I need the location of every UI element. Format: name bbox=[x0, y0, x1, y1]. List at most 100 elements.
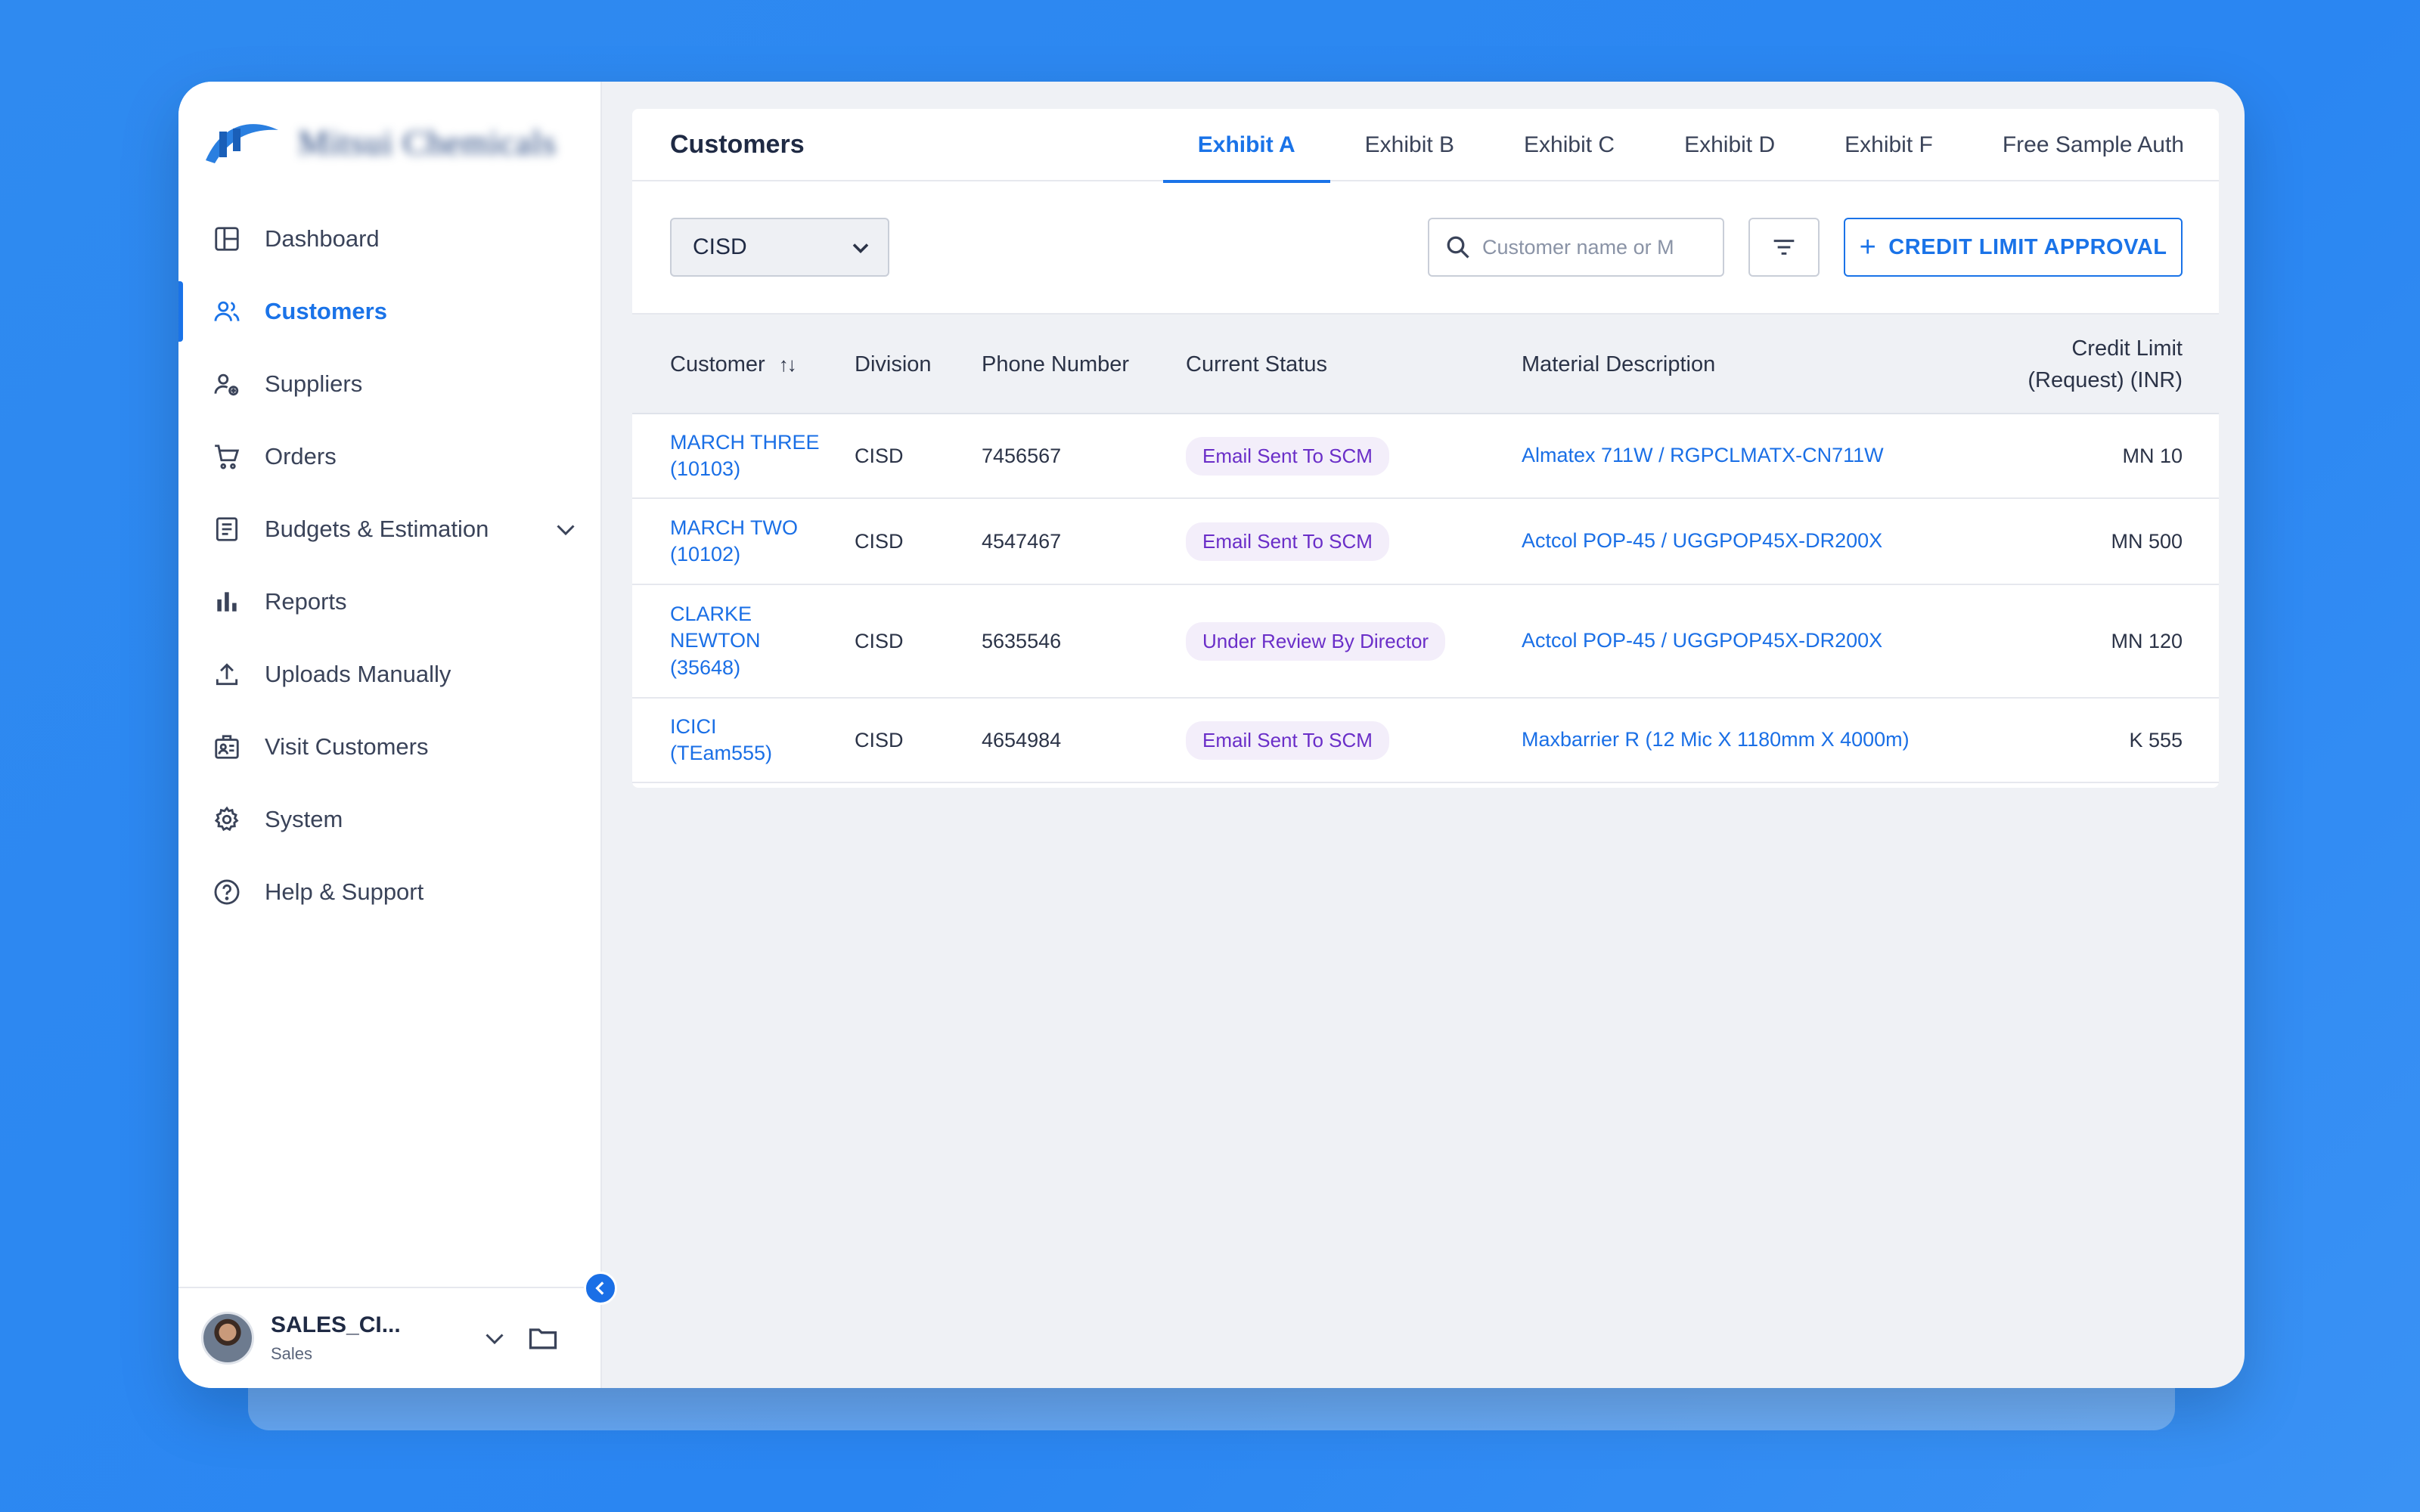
customer-id: (10103) bbox=[670, 457, 741, 480]
division-select-value: CISD bbox=[693, 234, 747, 259]
sidebar-item-label: Uploads Manually bbox=[265, 661, 451, 687]
sidebar-item-suppliers[interactable]: Suppliers bbox=[178, 348, 602, 420]
phone-cell: 7456567 bbox=[982, 444, 1062, 467]
division-cell: CISD bbox=[855, 444, 904, 467]
column-header-credit-sublabel: (Request) (INR) bbox=[2028, 368, 2183, 392]
users-icon bbox=[212, 296, 242, 327]
division-select[interactable]: CISD bbox=[670, 218, 889, 277]
sidebar-item-system[interactable]: System bbox=[178, 783, 602, 856]
status-badge: Email Sent To SCM bbox=[1186, 720, 1389, 760]
sidebar-item-dashboard[interactable]: Dashboard bbox=[178, 203, 602, 275]
folder-icon[interactable] bbox=[526, 1321, 560, 1355]
sidebar-item-orders[interactable]: Orders bbox=[178, 420, 602, 493]
tab-exhibit-b[interactable]: Exhibit B bbox=[1330, 109, 1489, 181]
document-icon bbox=[212, 514, 242, 544]
app-window: Mitsui Chemicals Dashboard Customers Sup… bbox=[178, 82, 2245, 1388]
tab-free-sample-auth[interactable]: Free Sample Auth bbox=[1968, 109, 2219, 181]
tab-exhibit-a[interactable]: Exhibit A bbox=[1162, 109, 1330, 183]
search-input[interactable] bbox=[1482, 235, 1709, 259]
credit-limit-approval-label: CREDIT LIMIT APPROVAL bbox=[1888, 234, 2167, 259]
gear-icon bbox=[212, 804, 242, 835]
chevron-down-icon[interactable] bbox=[481, 1325, 508, 1352]
tab-bar: Exhibit A Exhibit B Exhibit C Exhibit D … bbox=[1162, 109, 2219, 183]
bar-chart-icon bbox=[212, 587, 242, 617]
division-cell: CISD bbox=[855, 629, 904, 652]
customer-name: CLARKE NEWTON bbox=[670, 603, 761, 652]
status-cell: Email Sent To SCM bbox=[1186, 699, 1503, 782]
column-header-credit-label: Credit Limit bbox=[2071, 336, 2183, 361]
column-header-label: Customer bbox=[670, 352, 765, 376]
column-header-division: Division bbox=[855, 352, 932, 376]
sidebar-item-visit-customers[interactable]: Visit Customers bbox=[178, 711, 602, 783]
credit-limit-cell: MN 500 bbox=[2111, 529, 2183, 553]
customer-name: MARCH TWO bbox=[670, 516, 798, 539]
chevron-left-icon bbox=[595, 1281, 604, 1295]
brand-logo-icon bbox=[206, 124, 278, 163]
sidebar-item-label: Visit Customers bbox=[265, 733, 429, 760]
tab-exhibit-d[interactable]: Exhibit D bbox=[1649, 109, 1810, 181]
customer-link[interactable]: MARCH THREE (10103) bbox=[670, 414, 829, 497]
customer-id: (35648) bbox=[670, 655, 741, 679]
phone-cell: 4654984 bbox=[982, 728, 1062, 751]
credit-limit-cell: MN 120 bbox=[2111, 629, 2183, 652]
status-cell: Email Sent To SCM bbox=[1186, 499, 1503, 584]
status-cell: Email Sent To SCM bbox=[1186, 414, 1503, 497]
status-badge: Under Review By Director bbox=[1186, 621, 1446, 661]
sidebar-item-help[interactable]: Help & Support bbox=[178, 856, 602, 928]
sidebar: Mitsui Chemicals Dashboard Customers Sup… bbox=[178, 82, 602, 1388]
tab-exhibit-f[interactable]: Exhibit F bbox=[1810, 109, 1968, 181]
column-header-customer[interactable]: Customer ↑↓ bbox=[670, 314, 829, 414]
upload-icon bbox=[212, 659, 242, 689]
customer-link[interactable]: CLARKE NEWTON (35648) bbox=[670, 585, 829, 697]
toolbar: CISD + CREDIT LIMIT APPROVAL bbox=[632, 181, 2219, 314]
customers-panel: Customers Exhibit A Exhibit B Exhibit C … bbox=[632, 109, 2219, 788]
status-cell: Under Review By Director bbox=[1186, 585, 1503, 697]
search-icon bbox=[1447, 236, 1469, 259]
filter-button[interactable] bbox=[1748, 218, 1820, 277]
sort-icon[interactable]: ↑↓ bbox=[779, 353, 797, 376]
search-box[interactable] bbox=[1428, 218, 1724, 277]
customer-link[interactable]: MARCH TWO (10102) bbox=[670, 499, 829, 584]
brand-logo[interactable]: Mitsui Chemicals bbox=[200, 104, 557, 180]
filter-icon bbox=[1773, 240, 1795, 255]
sidebar-item-customers[interactable]: Customers bbox=[178, 275, 602, 348]
table-row: MARCH THREE (10103) CISD 7456567 Email Se… bbox=[632, 414, 2219, 499]
tab-exhibit-c[interactable]: Exhibit C bbox=[1489, 109, 1649, 181]
user-profile[interactable]: SALES_CI... Sales bbox=[178, 1287, 602, 1388]
chevron-down-icon bbox=[852, 243, 869, 254]
customer-id: (TEam555) bbox=[670, 742, 773, 764]
user-info: SALES_CI... Sales bbox=[271, 1312, 401, 1364]
sidebar-item-label: System bbox=[265, 806, 343, 832]
sidebar-item-label: Help & Support bbox=[265, 878, 424, 905]
sidebar-item-label: Budgets & Estimation bbox=[265, 516, 489, 542]
customer-name: ICICI bbox=[670, 714, 717, 738]
avatar[interactable] bbox=[201, 1312, 254, 1365]
id-badge-icon bbox=[212, 732, 242, 762]
phone-cell: 4547467 bbox=[982, 529, 1062, 553]
credit-limit-approval-button[interactable]: + CREDIT LIMIT APPROVAL bbox=[1844, 218, 2183, 277]
page-title: Customers bbox=[670, 130, 805, 159]
customer-id: (10102) bbox=[670, 543, 741, 565]
sidebar-item-budgets[interactable]: Budgets & Estimation bbox=[178, 493, 602, 565]
user-name: SALES_CI... bbox=[271, 1312, 401, 1337]
column-header-credit-limit: Credit Limit (Request) (INR) bbox=[1918, 314, 2183, 414]
chevron-down-icon[interactable] bbox=[552, 516, 579, 543]
help-icon bbox=[212, 877, 242, 907]
sidebar-collapse-button[interactable] bbox=[584, 1272, 617, 1305]
brand-name: Mitsui Chemicals bbox=[298, 122, 557, 162]
table-row: MARCH TWO (10102) CISD 4547467 Email Sent… bbox=[632, 499, 2219, 585]
sidebar-item-label: Reports bbox=[265, 588, 347, 615]
status-badge: Email Sent To SCM bbox=[1186, 522, 1389, 561]
table-header: Customer ↑↓ Division Phone Number Curren… bbox=[632, 314, 2219, 414]
phone-cell: 5635546 bbox=[982, 629, 1062, 652]
sidebar-item-reports[interactable]: Reports bbox=[178, 565, 602, 638]
sidebar-item-uploads[interactable]: Uploads Manually bbox=[178, 638, 602, 711]
panel-header: Customers Exhibit A Exhibit B Exhibit C … bbox=[632, 109, 2219, 183]
user-role: Sales bbox=[271, 1344, 313, 1363]
supplier-icon bbox=[212, 369, 242, 399]
plus-icon: + bbox=[1859, 231, 1877, 263]
table-row: ICICI (TEam555) CISD 4654984 Email Sent T… bbox=[632, 699, 2219, 783]
customer-link[interactable]: ICICI (TEam555) bbox=[670, 699, 829, 782]
credit-limit-cell: K 555 bbox=[2129, 728, 2183, 751]
sidebar-item-label: Dashboard bbox=[265, 225, 380, 252]
